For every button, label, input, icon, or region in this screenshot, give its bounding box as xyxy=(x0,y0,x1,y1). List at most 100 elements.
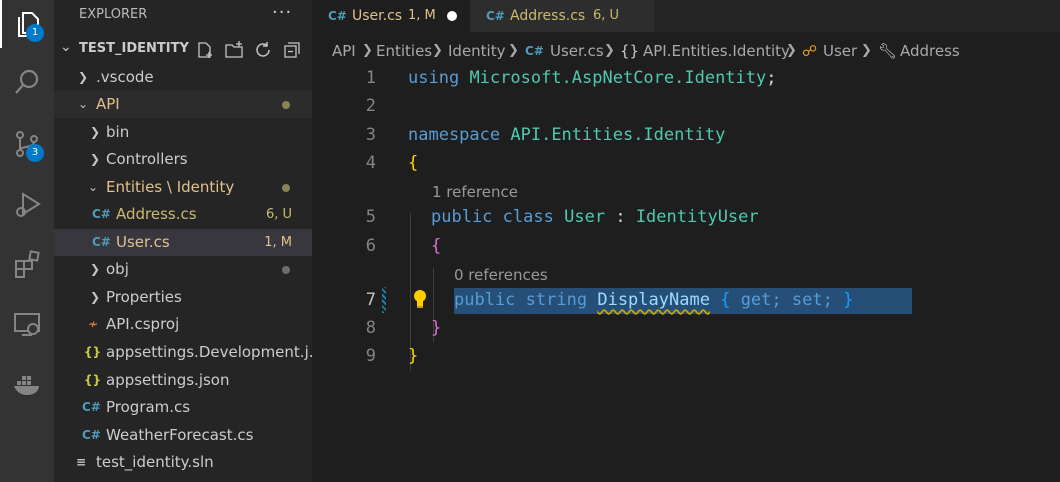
tree-item-label: Properties xyxy=(106,288,182,306)
chevron-right-icon: ❯ xyxy=(432,43,443,58)
tree-item-vscode[interactable]: ❯ .vscode xyxy=(54,64,312,91)
breadcrumb-item[interactable]: User xyxy=(823,37,857,65)
csharp-file-icon: C# xyxy=(92,235,111,249)
editor-tab-bar: C# User.cs 1, M C# Address.cs 6, U xyxy=(312,0,1060,32)
tree-item-label: API.csproj xyxy=(106,315,180,333)
tree-item-entities-identity[interactable]: ⌄ Entities \ Identity xyxy=(54,174,312,201)
tab-label: Address.cs xyxy=(510,8,586,24)
tree-item-weatherforecast-cs[interactable]: C# WeatherForecast.cs xyxy=(54,422,312,449)
line-number: 5 xyxy=(365,207,376,227)
breadcrumb: API ❯ Entities ❯ Identity ❯ C# User.cs ❯… xyxy=(312,37,1060,65)
source-control-icon[interactable] xyxy=(0,120,54,168)
unsaved-dot-icon[interactable] xyxy=(447,11,457,21)
tree-item-label: obj xyxy=(106,260,129,278)
breadcrumb-item[interactable]: Entities xyxy=(376,37,432,65)
json-file-icon: {} xyxy=(84,345,102,359)
modified-dot-icon xyxy=(282,101,290,109)
line-number: 9 xyxy=(365,346,376,366)
explorer-title: EXPLORER xyxy=(79,7,148,22)
run-debug-icon[interactable] xyxy=(0,180,54,228)
tab-address-cs[interactable]: C# Address.cs 6, U xyxy=(470,0,654,32)
tab-status: 1, M xyxy=(408,8,436,23)
status-badge: 1, M xyxy=(264,235,292,250)
tab-label: User.cs xyxy=(352,8,403,24)
chevron-right-icon: ❯ xyxy=(604,43,615,58)
chevron-down-icon: ⌄ xyxy=(60,39,72,55)
tab-status: 6, U xyxy=(593,8,620,23)
code-line-1: using Microsoft.AspNetCore.Identity; xyxy=(408,68,777,88)
breadcrumb-item[interactable]: Address xyxy=(900,37,960,65)
tree-item-bin[interactable]: ❯ bin xyxy=(54,119,312,146)
chevron-right-icon: ❯ xyxy=(362,43,373,58)
tree-item-label: Controllers xyxy=(106,150,188,168)
tree-item-test-identity-sln[interactable]: ≡ test_identity.sln xyxy=(54,449,312,476)
rss-icon: ≁ xyxy=(88,317,99,331)
explorer-sidebar: EXPLORER ··· ⌄ TEST_IDENTITY ❯ .vscode ⌄… xyxy=(54,0,323,482)
extensions-icon[interactable] xyxy=(0,240,54,288)
files-icon[interactable] xyxy=(0,0,54,48)
chevron-right-icon: ❯ xyxy=(861,43,872,58)
tree-item-appsettings-json[interactable]: {} appsettings.json xyxy=(54,367,312,394)
tree-item-label: appsettings.Development.j... xyxy=(106,343,324,361)
chevron-down-icon: ⌄ xyxy=(87,180,99,194)
lightbulb-icon[interactable] xyxy=(410,287,430,311)
line-number: 3 xyxy=(365,125,376,145)
new-file-icon[interactable] xyxy=(195,40,215,60)
project-header[interactable]: ⌄ TEST_IDENTITY xyxy=(54,37,312,63)
collapse-all-icon[interactable] xyxy=(282,40,302,60)
line-number: 2 xyxy=(365,96,376,116)
more-actions-icon[interactable]: ··· xyxy=(272,2,292,23)
tree-item-user-cs[interactable]: C# User.cs 1, M xyxy=(54,229,312,256)
tree-item-address-cs[interactable]: C# Address.cs 6, U xyxy=(54,201,312,228)
source-control-badge: 3 xyxy=(26,144,44,162)
tree-item-api[interactable]: ⌄ API xyxy=(54,91,312,118)
codelens-references[interactable]: 1 reference xyxy=(432,183,518,201)
tab-user-cs[interactable]: C# User.cs 1, M xyxy=(312,0,470,32)
code-line-9: } xyxy=(408,346,419,366)
line-number: 6 xyxy=(365,236,376,256)
tree-item-api-csproj[interactable]: ≁ API.csproj xyxy=(54,311,312,338)
new-folder-icon[interactable] xyxy=(224,40,244,60)
chevron-right-icon: ❯ xyxy=(89,290,101,304)
code-line-4: { xyxy=(408,153,419,173)
tree-item-label: test_identity.sln xyxy=(96,453,214,471)
line-number: 8 xyxy=(365,318,376,338)
tree-item-label: bin xyxy=(106,123,130,141)
chevron-right-icon: ❯ xyxy=(89,262,101,276)
breadcrumb-item[interactable]: User.cs xyxy=(550,37,604,65)
tree-item-label: .vscode xyxy=(96,68,154,86)
csharp-file-icon: C# xyxy=(82,428,101,442)
tree-item-label: Program.cs xyxy=(106,398,191,416)
tree-item-label: Address.cs xyxy=(116,205,197,223)
csharp-file-icon: C# xyxy=(486,9,505,23)
breadcrumb-item[interactable]: API xyxy=(332,37,356,65)
code-line-7: public string DisplayName { get; set; } xyxy=(454,290,854,310)
chevron-right-icon: ❯ xyxy=(89,125,101,139)
csharp-file-icon: C# xyxy=(82,400,101,414)
tree-item-program-cs[interactable]: C# Program.cs xyxy=(54,394,312,421)
tree-item-obj[interactable]: ❯ obj xyxy=(54,256,312,283)
property-wrench-icon: 🔧︎ xyxy=(878,42,898,60)
csharp-file-icon: C# xyxy=(328,9,347,23)
project-name: TEST_IDENTITY xyxy=(79,41,189,56)
tree-item-controllers[interactable]: ❯ Controllers xyxy=(54,146,312,173)
tree-item-properties[interactable]: ❯ Properties xyxy=(54,284,312,311)
chevron-right-icon: ❯ xyxy=(77,70,89,84)
docker-icon[interactable] xyxy=(0,360,54,408)
dot-icon xyxy=(282,266,290,274)
codelens-references[interactable]: 0 references xyxy=(454,266,548,284)
namespace-icon: {} xyxy=(620,42,640,60)
search-icon[interactable] xyxy=(0,58,54,106)
class-icon: ☍ xyxy=(802,42,818,60)
remote-explorer-icon[interactable] xyxy=(0,300,54,348)
csharp-file-icon: C# xyxy=(92,207,111,221)
breadcrumb-item[interactable]: Identity xyxy=(448,37,506,65)
code-line-8: } xyxy=(431,318,442,338)
breadcrumb-item[interactable]: API.Entities.Identity xyxy=(643,37,790,65)
tree-item-appsettings-development[interactable]: {} appsettings.Development.j... xyxy=(54,339,323,366)
refresh-icon[interactable] xyxy=(253,40,273,60)
code-editor[interactable]: 1 2 3 4 5 6 7 8 9 using Microsoft.AspNet… xyxy=(312,65,1060,482)
tree-item-label: User.cs xyxy=(116,233,170,251)
tree-item-label: API xyxy=(96,95,120,113)
solution-file-icon: ≡ xyxy=(76,455,87,469)
